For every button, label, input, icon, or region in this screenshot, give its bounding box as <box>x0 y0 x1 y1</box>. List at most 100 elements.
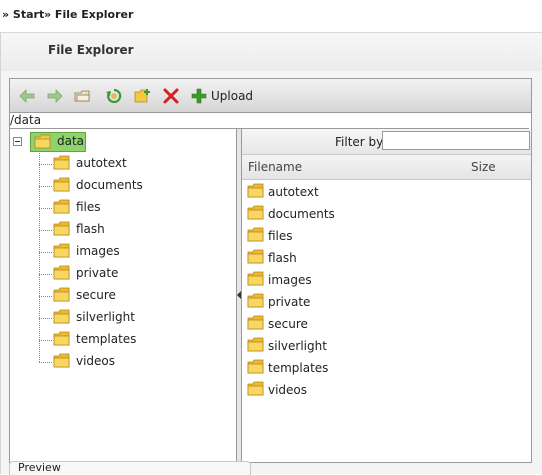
table-row[interactable]: templates <box>242 357 531 379</box>
tree-connector <box>39 252 52 253</box>
folder-icon <box>247 381 265 399</box>
folder-icon <box>53 309 71 327</box>
tree-item-label: secure <box>76 288 116 302</box>
collapse-toggle-icon[interactable] <box>13 137 22 146</box>
folder-icon <box>247 315 265 333</box>
column-header-filename[interactable]: Filename <box>248 160 302 174</box>
tree-connector <box>39 340 52 341</box>
filter-input[interactable] <box>382 131 530 150</box>
folder-icon <box>53 221 71 239</box>
file-name-cell: documents <box>268 207 335 221</box>
folder-icon <box>247 359 265 377</box>
filter-label: Filter by <box>335 135 384 149</box>
tree-item-label: silverlight <box>76 310 135 324</box>
folder-icon <box>247 249 265 267</box>
table-row[interactable]: silverlight <box>242 335 531 357</box>
file-name-cell: private <box>268 295 311 309</box>
tree-item[interactable]: files <box>39 197 229 219</box>
new-folder-icon[interactable] <box>134 87 152 105</box>
file-name-cell: secure <box>268 317 308 331</box>
folder-icon <box>247 271 265 289</box>
file-name-cell: silverlight <box>268 339 327 353</box>
folder-icon <box>53 265 71 283</box>
tree-item[interactable]: images <box>39 241 229 263</box>
file-name-cell: images <box>268 273 312 287</box>
folder-icon <box>53 199 71 217</box>
file-name-cell: templates <box>268 361 329 375</box>
file-name-cell: files <box>268 229 293 243</box>
forward-arrow-icon[interactable] <box>46 87 64 105</box>
filter-bar: Filter by <box>242 129 531 155</box>
folder-icon <box>53 243 71 261</box>
table-row[interactable]: flash <box>242 247 531 269</box>
folder-icon <box>34 134 52 152</box>
tree-node-data[interactable]: data <box>30 132 86 152</box>
folder-icon <box>247 205 265 223</box>
file-name-cell: videos <box>268 383 308 397</box>
tree-item-label: autotext <box>76 156 127 170</box>
breadcrumb-file-explorer-link[interactable]: » File Explorer <box>44 8 133 21</box>
column-header-size[interactable]: Size <box>471 160 496 174</box>
tree-item[interactable]: private <box>39 263 229 285</box>
table-row[interactable]: documents <box>242 203 531 225</box>
tree-item-label: images <box>76 244 120 258</box>
folder-icon <box>53 331 71 349</box>
tree-connector <box>39 230 52 231</box>
upload-plus-icon[interactable] <box>190 87 208 105</box>
preview-label: Preview <box>18 461 61 474</box>
tree-connector <box>39 186 52 187</box>
toolbar: Upload <box>10 79 531 113</box>
folder-tree: data autotext documents files flash images pr… <box>10 129 237 462</box>
file-name-cell: flash <box>268 251 297 265</box>
tree-node-label: data <box>57 134 85 148</box>
folder-icon <box>247 293 265 311</box>
preview-panel[interactable]: Preview <box>9 461 251 475</box>
collapse-arrow-icon[interactable] <box>237 289 241 299</box>
delete-icon[interactable] <box>162 87 180 105</box>
folder-icon <box>247 227 265 245</box>
folder-icon <box>247 183 265 201</box>
tree-item[interactable]: secure <box>39 285 229 307</box>
tree-item-label: files <box>76 200 101 214</box>
breadcrumb: » Start » File Explorer <box>0 0 542 30</box>
table-row[interactable]: images <box>242 269 531 291</box>
folder-icon <box>247 337 265 355</box>
table-row[interactable]: files <box>242 225 531 247</box>
file-explorer: Upload /data data autotext documents files… <box>9 78 532 463</box>
back-arrow-icon[interactable] <box>18 87 36 105</box>
upload-button[interactable]: Upload <box>211 89 253 103</box>
table-row[interactable]: videos <box>242 379 531 401</box>
tree-item-label: templates <box>76 332 137 346</box>
tree-connector <box>39 164 52 165</box>
breadcrumb-start-link[interactable]: » Start <box>2 8 44 21</box>
tree-item-label: documents <box>76 178 143 192</box>
tree-item-label: videos <box>76 354 116 368</box>
file-grid: Filter by Filename Size autotext document… <box>242 129 531 462</box>
tree-connector <box>39 208 52 209</box>
table-row[interactable]: private <box>242 291 531 313</box>
folder-icon <box>53 287 71 305</box>
tree-connector <box>39 318 52 319</box>
tree-connector <box>39 362 52 363</box>
refresh-icon[interactable] <box>105 87 123 105</box>
tree-item[interactable]: silverlight <box>39 307 229 329</box>
grid-header: Filename Size <box>242 155 531 180</box>
table-row[interactable]: autotext <box>242 181 531 203</box>
file-name-cell: autotext <box>268 185 319 199</box>
tree-item-label: private <box>76 266 119 280</box>
table-row[interactable]: secure <box>242 313 531 335</box>
tree-item[interactable]: videos <box>39 351 229 373</box>
folder-icon <box>53 353 71 371</box>
open-folder-icon[interactable] <box>74 87 92 105</box>
tree-item[interactable]: templates <box>39 329 229 351</box>
tree-item[interactable]: autotext <box>39 153 229 175</box>
tree-connector <box>39 274 52 275</box>
panel-header: File Explorer <box>0 32 542 72</box>
tree-item-label: flash <box>76 222 105 236</box>
tree-item[interactable]: flash <box>39 219 229 241</box>
tree-item[interactable]: documents <box>39 175 229 197</box>
panel-title: File Explorer <box>48 43 134 57</box>
folder-icon <box>53 155 71 173</box>
folder-icon <box>53 177 71 195</box>
path-field[interactable]: /data <box>10 113 529 129</box>
